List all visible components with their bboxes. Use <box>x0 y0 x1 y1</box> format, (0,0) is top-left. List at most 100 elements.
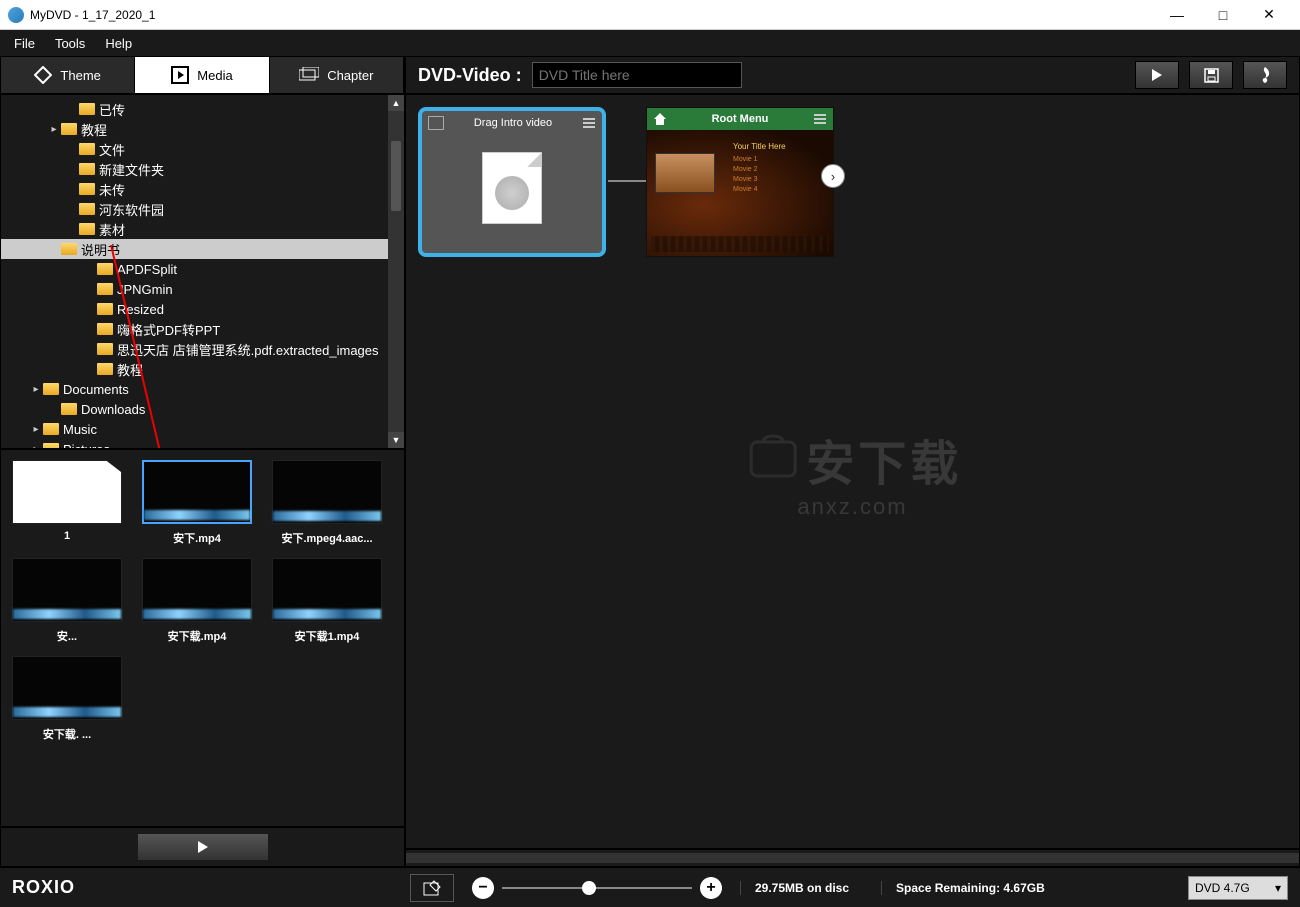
folder-tree-item[interactable]: ▸Documents <box>1 379 404 399</box>
folder-tree[interactable]: 已传▸教程文件新建文件夹未传河东软件园素材▾说明书APDFSplitJPNGmi… <box>1 95 404 448</box>
filmstrip-decoration <box>651 236 829 252</box>
zoom-slider[interactable] <box>502 887 692 889</box>
folder-tree-item[interactable]: JPNGmin <box>1 279 404 299</box>
tab-theme-label: Theme <box>60 68 100 83</box>
media-item[interactable]: 安下载.mp4 <box>141 558 253 644</box>
disc-remaining-label: Space Remaining: 4.67GB <box>881 881 1170 895</box>
minimize-button[interactable]: — <box>1154 0 1200 30</box>
zoom-handle[interactable] <box>582 881 596 895</box>
save-project-button[interactable] <box>1189 61 1233 89</box>
play-icon <box>1150 68 1164 82</box>
media-grid[interactable]: 1安下.mp4安下.mpeg4.aac... 安...安下载.mp4安下载1.mp… <box>0 449 405 827</box>
folder-tree-item[interactable]: 已传 <box>1 99 404 119</box>
window-titlebar: MyDVD - 1_17_2020_1 — □ ✕ <box>0 0 1300 30</box>
next-menu-button[interactable]: › <box>821 164 845 188</box>
list-icon <box>813 112 827 126</box>
disc-type-select[interactable]: DVD 4.7G ▾ <box>1188 876 1288 900</box>
root-menu-node[interactable]: Root Menu Your Title Here Movie 1 Movie … <box>646 107 834 257</box>
edit-button[interactable] <box>410 874 454 902</box>
intro-label: Drag Intro video <box>452 117 574 129</box>
root-menu-title: Root Menu <box>673 113 807 125</box>
status-bar: ROXIO − + 29.75MB on disc Space Remainin… <box>0 867 1300 907</box>
folder-tree-item[interactable]: 新建文件夹 <box>1 159 404 179</box>
dvd-title-input[interactable] <box>532 62 742 88</box>
media-item[interactable]: 1 <box>11 460 123 546</box>
media-item[interactable]: 安... <box>11 558 123 644</box>
media-icon <box>171 66 189 84</box>
zoom-out-button[interactable]: − <box>472 877 494 899</box>
folder-tree-item[interactable]: ▾说明书 <box>1 239 404 259</box>
disc-type-value: DVD 4.7G <box>1195 881 1250 895</box>
menu-subtitle: Your Title Here <box>733 142 786 151</box>
edit-icon <box>423 880 441 896</box>
tab-theme[interactable]: Theme <box>1 57 135 93</box>
folder-tree-item[interactable]: APDFSplit <box>1 259 404 279</box>
bag-icon <box>743 430 803 480</box>
folder-tree-item[interactable]: 教程 <box>1 359 404 379</box>
preview-play-button[interactable] <box>138 834 268 860</box>
save-icon <box>1204 68 1219 83</box>
disc-used-label: 29.75MB on disc <box>740 881 863 895</box>
project-canvas[interactable]: Drag Intro video Root Menu Your Title He… <box>405 94 1300 849</box>
window-title: MyDVD - 1_17_2020_1 <box>30 8 1154 22</box>
media-item[interactable]: 安下.mpeg4.aac... <box>271 460 383 546</box>
scroll-thumb[interactable] <box>391 141 401 211</box>
media-item[interactable]: 安下载. ... <box>11 656 123 742</box>
tab-chapter-label: Chapter <box>327 68 373 83</box>
brand-logo: ROXIO <box>12 877 392 898</box>
film-reel-icon <box>495 176 529 210</box>
folder-tree-item[interactable]: 未传 <box>1 179 404 199</box>
folder-tree-item[interactable]: 思迅天店 店铺管理系统.pdf.extracted_images <box>1 339 404 359</box>
film-icon <box>428 116 444 130</box>
folder-tree-item[interactable]: ▸Pictures <box>1 439 404 448</box>
tree-scrollbar[interactable]: ▲ ▼ <box>388 95 404 448</box>
folder-tree-item[interactable]: 素材 <box>1 219 404 239</box>
folder-tree-item[interactable]: 河东软件园 <box>1 199 404 219</box>
close-button[interactable]: ✕ <box>1246 0 1292 30</box>
play-icon <box>196 840 210 854</box>
intro-video-slot[interactable]: Drag Intro video <box>418 107 606 257</box>
left-tabs: Theme Media Chapter <box>0 56 405 94</box>
theme-icon <box>34 66 52 84</box>
tab-media-label: Media <box>197 68 232 83</box>
project-header: DVD-Video : <box>405 56 1300 94</box>
list-icon <box>582 116 596 130</box>
burn-icon <box>1258 66 1273 84</box>
zoom-controls: − + <box>472 877 722 899</box>
scroll-up-button[interactable]: ▲ <box>388 95 404 111</box>
tab-media[interactable]: Media <box>135 57 269 93</box>
tab-chapter[interactable]: Chapter <box>270 57 404 93</box>
folder-tree-item[interactable]: Resized <box>1 299 404 319</box>
folder-tree-item[interactable]: ▸Music <box>1 419 404 439</box>
maximize-button[interactable]: □ <box>1200 0 1246 30</box>
menu-help[interactable]: Help <box>95 32 142 55</box>
home-icon <box>653 112 667 126</box>
menu-item: Movie 1 <box>733 156 758 163</box>
chapter-icon <box>299 67 319 83</box>
folder-tree-item[interactable]: 嗨格式PDF转PPT <box>1 319 404 339</box>
folder-tree-item[interactable]: ▸教程 <box>1 119 404 139</box>
menu-file[interactable]: File <box>4 32 45 55</box>
output-type-label: DVD-Video : <box>418 65 522 86</box>
media-item[interactable]: 安下载1.mp4 <box>271 558 383 644</box>
menu-item: Movie 3 <box>733 176 758 183</box>
canvas-hscrollbar[interactable] <box>405 849 1300 867</box>
media-item[interactable]: 安下.mp4 <box>141 460 253 546</box>
folder-tree-item[interactable]: 文件 <box>1 139 404 159</box>
app-icon <box>8 7 24 23</box>
burn-button[interactable] <box>1243 61 1287 89</box>
menu-tools[interactable]: Tools <box>45 32 95 55</box>
menu-bar: File Tools Help <box>0 30 1300 56</box>
menu-thumbnail <box>655 153 715 193</box>
menu-item: Movie 4 <box>733 186 758 193</box>
chevron-down-icon: ▾ <box>1275 881 1281 895</box>
watermark: 安下载 anxz.com <box>743 424 963 520</box>
preview-bar <box>0 827 405 867</box>
zoom-in-button[interactable]: + <box>700 877 722 899</box>
node-connector <box>608 180 646 182</box>
play-project-button[interactable] <box>1135 61 1179 89</box>
menu-item: Movie 2 <box>733 166 758 173</box>
scroll-down-button[interactable]: ▼ <box>388 432 404 448</box>
folder-tree-item[interactable]: Downloads <box>1 399 404 419</box>
watermark-url: anxz.com <box>797 494 907 519</box>
